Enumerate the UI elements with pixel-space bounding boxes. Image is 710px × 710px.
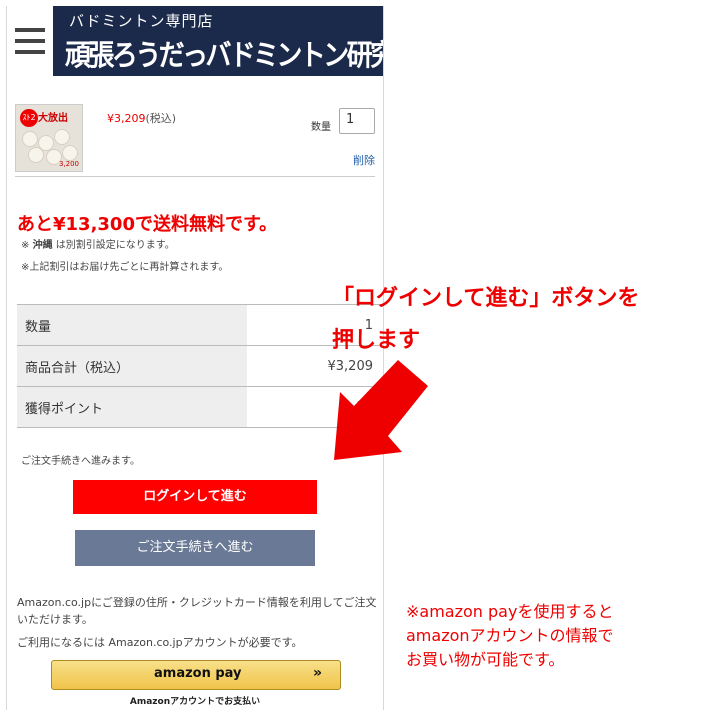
- amazon-note-line-3: お買い物が可能です。: [406, 650, 565, 669]
- amazon-note-line-1: ※amazon payを使用すると: [406, 602, 614, 621]
- amazon-pay-note: ※amazon payを使用すると amazonアカウントの情報で お買い物が可…: [406, 600, 614, 672]
- amazon-note-line-2: amazonアカウントの情報で: [406, 626, 614, 645]
